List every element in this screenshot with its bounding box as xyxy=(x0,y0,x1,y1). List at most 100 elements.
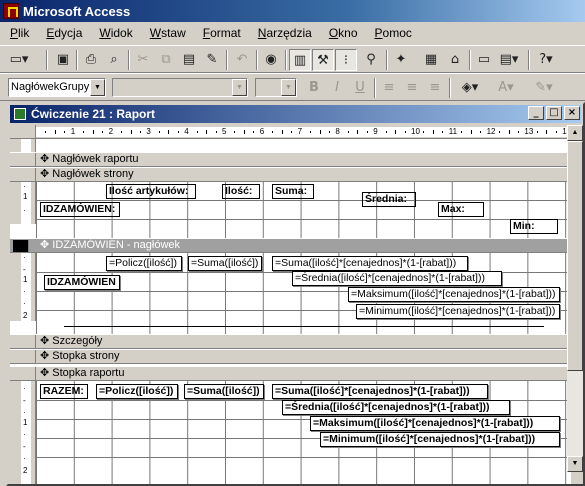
code-icon[interactable]: ✦ xyxy=(390,49,412,71)
ruler-number: 13 xyxy=(524,127,534,136)
underline-icon[interactable]: U xyxy=(349,77,371,99)
footer-count-textbox[interactable]: =Policz([ilość]) xyxy=(96,384,178,399)
items-count-label[interactable]: Ilość artykułów: xyxy=(106,184,196,199)
separator-line[interactable] xyxy=(64,326,544,327)
menu-widok[interactable]: Widok xyxy=(99,26,132,40)
ruler-tick xyxy=(196,131,198,133)
section-page-footer-bar[interactable]: ✥ Stopka strony xyxy=(10,349,571,364)
scroll-up-icon[interactable]: ▲ xyxy=(567,125,583,141)
build-icon[interactable]: ⌂ xyxy=(444,49,466,71)
align-center-icon[interactable]: ≡ xyxy=(401,77,423,99)
max-label[interactable]: Max: xyxy=(438,202,484,217)
average-label[interactable]: Średnia: xyxy=(362,192,416,207)
group-header-grid[interactable]: =Policz([ilość]) =Suma([ilość]) =Suma([i… xyxy=(36,253,571,334)
ruler-tick xyxy=(281,130,283,134)
insert-hyperlink-icon[interactable]: ◉ xyxy=(260,49,282,71)
chevron-down-icon[interactable]: ▼ xyxy=(232,79,247,96)
sum-value-textbox[interactable]: =Suma([ilość]*[cenajednos]*(1-[rabat])) xyxy=(272,256,468,271)
undo-icon[interactable]: ↶ xyxy=(231,49,253,71)
save-icon[interactable]: ▣ xyxy=(52,49,74,71)
footer-sum-value-textbox[interactable]: =Suma([ilość]*[cenajednos]*(1-[rabat])) xyxy=(272,384,488,399)
footer-min-value-textbox[interactable]: =Minimum([ilość]*[cenajednos]*(1-[rabat]… xyxy=(320,432,560,447)
menu-pomoc[interactable]: Pomoc xyxy=(375,26,412,40)
footer-max-value-textbox[interactable]: =Maksimum([ilość]*[cenajednos]*(1-[rabat… xyxy=(310,416,560,431)
copy-icon[interactable]: ⧉ xyxy=(155,49,177,71)
ruler-tick xyxy=(243,130,245,134)
report-footer-grid[interactable]: RAZEM: =Policz([ilość]) =Suma([ilość]) =… xyxy=(36,381,571,484)
sum-qty-textbox[interactable]: =Suma([ilość]) xyxy=(188,256,262,271)
cut-icon[interactable]: ✂ xyxy=(132,49,154,71)
ruler-number: 4 xyxy=(184,127,189,136)
menu-format[interactable]: Format xyxy=(203,26,241,40)
min-value-textbox[interactable]: =Minimum([ilość]*[cenajednos]*(1-[rabat]… xyxy=(356,304,560,319)
menu-okno[interactable]: Okno xyxy=(329,26,358,40)
access-key-icon[interactable] xyxy=(3,3,19,19)
line-color-icon[interactable]: ✎▾ xyxy=(528,77,560,99)
font-size-combo[interactable]: ▼ xyxy=(255,78,297,97)
section-report-footer-bar[interactable]: ✥ Stopka raportu xyxy=(10,366,571,381)
properties-icon[interactable]: ▦ xyxy=(420,49,442,71)
toolbar-separator xyxy=(226,50,228,70)
page-header-grid[interactable]: Ilość artykułów: Ilość: Suma: Średnia: I… xyxy=(36,182,571,238)
autoformat-icon[interactable]: ⚲ xyxy=(360,49,382,71)
order-id-textbox[interactable]: IDZAMÓWIEN xyxy=(44,275,120,290)
print-preview-icon[interactable]: ⌕ xyxy=(103,49,125,71)
new-object-icon[interactable]: ▤▾ xyxy=(498,49,520,71)
align-right-icon[interactable]: ≡ xyxy=(424,77,446,99)
quantity-label[interactable]: Ilość: xyxy=(222,184,260,199)
fill-color-icon[interactable]: ◈▾ xyxy=(454,77,486,99)
ruler-tick xyxy=(206,130,208,134)
report-design-surface[interactable]: 1234567891011121314 · · 1 · · · - 1 · · … xyxy=(10,125,571,484)
avg-value-textbox[interactable]: =Średnia([ilość]*[cenajednos]*(1-[rabat]… xyxy=(292,271,502,286)
vertical-ruler xyxy=(10,139,36,152)
horizontal-ruler[interactable]: 1234567891011121314 xyxy=(36,125,571,139)
format-painter-icon[interactable]: ✎ xyxy=(201,49,223,71)
report-view-icon[interactable]: ▭▾ xyxy=(8,49,30,71)
section-page-header-bar[interactable]: ✥ Nagłówek strony xyxy=(10,167,571,182)
total-label[interactable]: RAZEM: xyxy=(40,384,88,399)
ruler-number: 11 xyxy=(448,127,458,136)
chevron-down-icon[interactable]: ▼ xyxy=(90,79,105,96)
ruler-tick xyxy=(508,130,510,134)
sum-label[interactable]: Suma: xyxy=(272,184,314,199)
footer-sum-qty-textbox[interactable]: =Suma([ilość]) xyxy=(184,384,264,399)
section-detail-bar[interactable]: ✥ Szczegóły xyxy=(10,334,571,349)
close-icon[interactable]: × xyxy=(564,106,580,120)
footer-avg-value-textbox[interactable]: =Średnia([ilość]*[cenajednos]*(1-[rabat]… xyxy=(282,400,510,415)
minimize-icon[interactable]: _ xyxy=(528,106,544,120)
object-combo[interactable]: NagłówekGrupy ▼ xyxy=(8,78,106,97)
chevron-down-icon[interactable]: ▼ xyxy=(281,79,296,96)
help-icon[interactable]: ?▾ xyxy=(535,49,557,71)
toolbar-separator xyxy=(285,50,287,70)
menu-narzedzia[interactable]: Narzędzia xyxy=(258,26,312,40)
italic-icon[interactable]: I xyxy=(326,77,348,99)
report-design-toolbar: ▭▾ ▣ ⎙ ⌕ ✂ ⧉ ▤ ✎ ↶ ◉ ▥ ⚒ ⁝ ⚲ ✦ ▦ ⌂ ▭ ▤▾ … xyxy=(0,45,585,73)
maximize-icon[interactable]: □ xyxy=(546,106,562,120)
toolbox-icon[interactable]: ⚒ xyxy=(312,49,334,71)
vertical-scrollbar[interactable]: ▲ ▼ xyxy=(567,125,583,472)
font-combo[interactable]: ▼ xyxy=(112,78,248,97)
toolbar-separator xyxy=(256,50,258,70)
align-left-icon[interactable]: ≡ xyxy=(378,77,400,99)
database-window-icon[interactable]: ▭ xyxy=(473,49,495,71)
menu-wstaw[interactable]: Wstaw xyxy=(150,26,186,40)
object-combo-value: NagłówekGrupy xyxy=(11,81,90,93)
paste-icon[interactable]: ▤ xyxy=(178,49,200,71)
formatting-toolbar: NagłówekGrupy ▼ ▼ ▼ B I U ≡ ≡ ≡ ◈▾ A▾ ✎▾ xyxy=(0,73,585,101)
max-value-textbox[interactable]: =Maksimum([ilość]*[cenajednos]*(1-[rabat… xyxy=(348,287,560,302)
order-id-label[interactable]: IDZAMÓWIEN: xyxy=(40,202,120,217)
section-group-header-bar[interactable]: ✥ IDZAMÓWIEN - nagłówek xyxy=(10,238,571,253)
font-color-icon[interactable]: A▾ xyxy=(490,77,522,99)
menu-edycja[interactable]: Edycja xyxy=(46,26,82,40)
scroll-thumb[interactable] xyxy=(567,141,583,371)
field-list-icon[interactable]: ▥ xyxy=(289,49,311,71)
bold-icon[interactable]: B xyxy=(303,77,325,99)
ruler-corner[interactable] xyxy=(10,125,36,139)
print-icon[interactable]: ⎙ xyxy=(80,49,102,71)
menu-plik[interactable]: Plik xyxy=(10,26,29,40)
min-label[interactable]: Min: xyxy=(510,219,558,234)
count-textbox[interactable]: =Policz([ilość]) xyxy=(106,256,182,271)
sorting-grouping-icon[interactable]: ⁝ xyxy=(335,49,357,71)
section-report-header-bar[interactable]: ✥ Nagłówek raportu xyxy=(10,152,571,167)
scroll-down-icon[interactable]: ▼ xyxy=(567,456,583,472)
